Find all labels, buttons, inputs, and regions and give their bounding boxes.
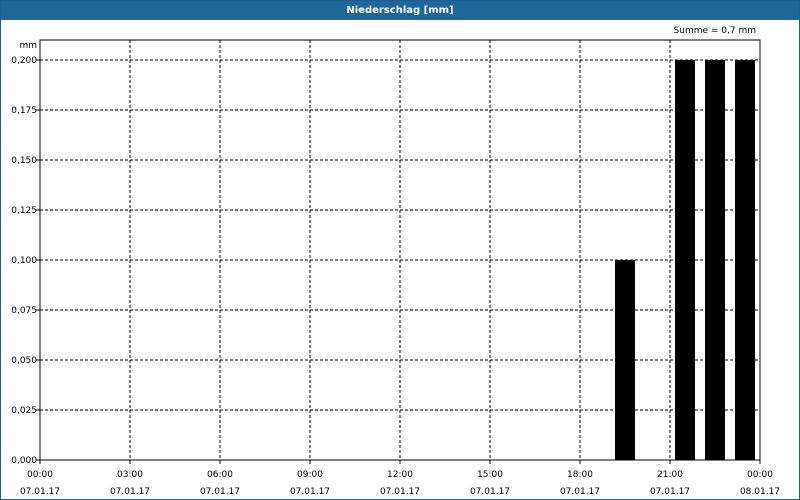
x-tick-time-label: 18:00 [567, 470, 593, 480]
x-tick-date-label: 07.01.17 [560, 487, 600, 497]
y-tick-label: 0,200 [11, 56, 37, 66]
y-tick-label: 0,150 [11, 156, 37, 166]
precipitation-bar [705, 60, 725, 460]
x-tick-date-label: 07.01.17 [20, 487, 60, 497]
y-tick-label: 0,025 [11, 406, 37, 416]
x-tick-date-label: 07.01.17 [200, 487, 240, 497]
precipitation-bar [675, 60, 695, 460]
y-axis-unit-label: mm [19, 41, 37, 51]
precipitation-chart: 0,000 0,025 0,050 0,075 0,100 0,125 0,150 0,175… [11, 39, 780, 497]
precipitation-bar [615, 260, 635, 460]
x-tick-time-label: 09:00 [297, 470, 323, 480]
y-tick-label: 0,000 [11, 456, 37, 466]
x-tick-date-label: 07.01.17 [110, 487, 150, 497]
y-tick-label: 0,175 [11, 106, 37, 116]
x-tick-time-label: 15:00 [477, 470, 503, 480]
x-tick-date-label: 07.01.17 [290, 487, 330, 497]
x-tick-date-label: 07.01.17 [470, 487, 510, 497]
precipitation-bar [735, 60, 755, 460]
x-tick-time-label: 06:00 [207, 470, 233, 480]
y-tick-label: 0,100 [11, 256, 37, 266]
x-tick-time-label: 21:00 [657, 470, 683, 480]
y-tick-label: 0,125 [11, 206, 37, 216]
x-tick-date-label: 08.01.17 [740, 487, 780, 497]
x-tick-time-label: 03:00 [117, 470, 143, 480]
y-tick-label: 0,050 [11, 356, 37, 366]
x-tick-date-label: 07.01.17 [380, 487, 420, 497]
y-tick-label: 0,075 [11, 306, 37, 316]
x-tick-time-label: 00:00 [27, 470, 53, 480]
x-tick-date-label: 07.01.17 [650, 487, 690, 497]
x-tick-time-label: 00:00 [747, 470, 773, 480]
x-tick-time-label: 12:00 [387, 470, 413, 480]
